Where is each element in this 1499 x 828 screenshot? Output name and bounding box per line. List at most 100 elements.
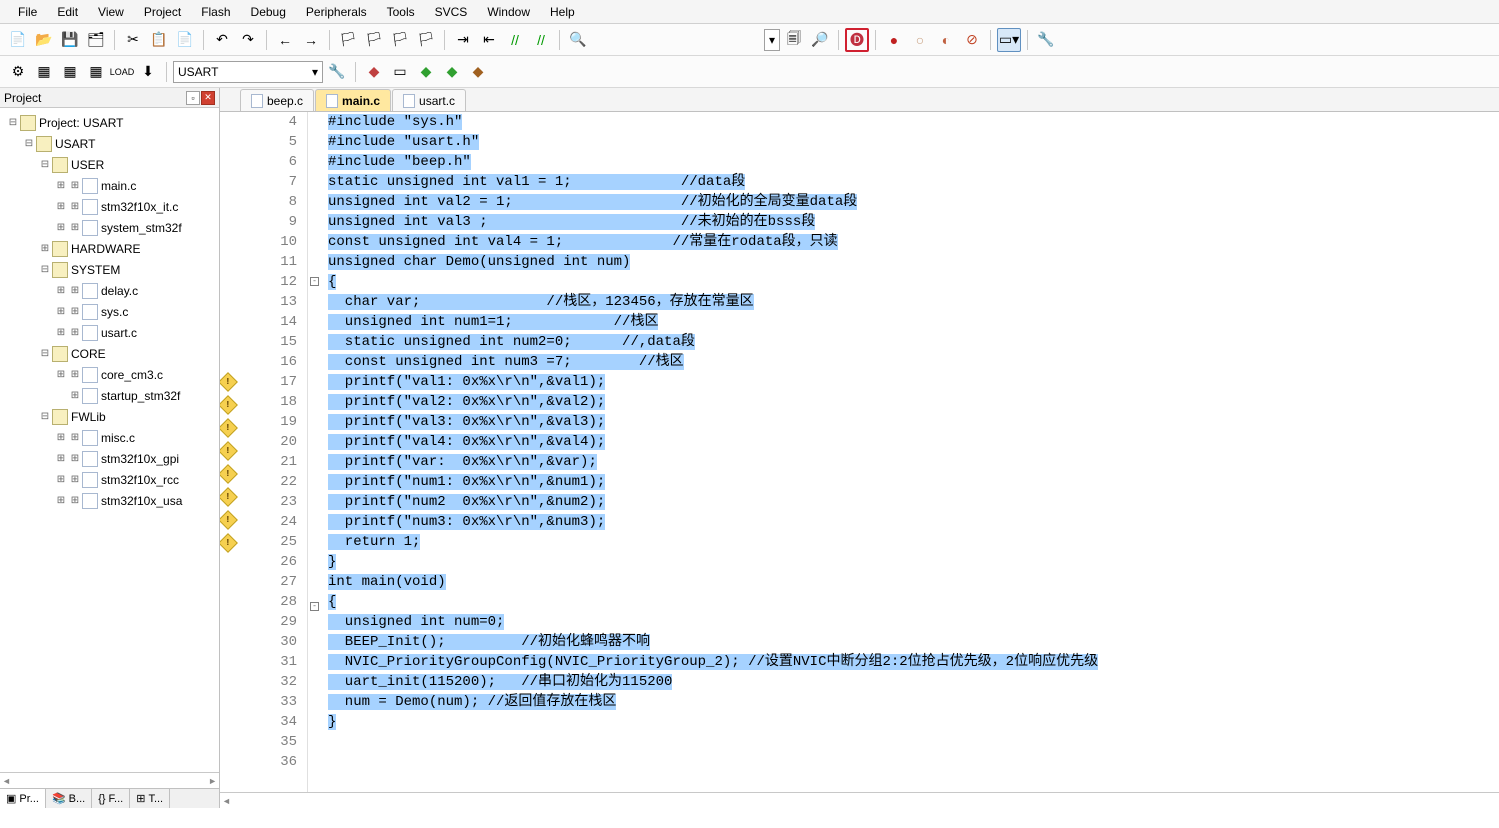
tree-item[interactable]: ⊞⊞stm32f10x_usa xyxy=(2,490,217,511)
warning-icon[interactable]: ! xyxy=(220,441,238,461)
file-tab[interactable]: main.c xyxy=(315,89,391,111)
menu-debug[interactable]: Debug xyxy=(241,2,296,22)
saveall-icon[interactable]: 🗂 xyxy=(84,28,108,52)
open-icon[interactable]: 📂 xyxy=(32,28,56,52)
code-line[interactable]: printf("val3: 0x%x\r\n",&val3); xyxy=(328,412,1499,432)
breakpoint-insert-icon[interactable]: ● xyxy=(882,28,906,52)
tree-item[interactable]: ⊞⊞system_stm32f xyxy=(2,217,217,238)
cut-icon[interactable]: ✂ xyxy=(121,28,145,52)
file-tab[interactable]: usart.c xyxy=(392,89,466,111)
proj-tab[interactable]: ▣Pr... xyxy=(0,789,46,808)
bookmark-prev-icon[interactable]: 🏳 xyxy=(362,28,386,52)
unindent-icon[interactable]: ⇤ xyxy=(477,28,501,52)
nav-back-icon[interactable]: ← xyxy=(273,28,297,52)
code-line[interactable]: int main(void) xyxy=(328,572,1499,592)
code-line[interactable]: const unsigned int val4 = 1; //常量在rodata… xyxy=(328,232,1499,252)
menu-help[interactable]: Help xyxy=(540,2,585,22)
tree-item[interactable]: ⊟CORE xyxy=(2,343,217,364)
tree-item[interactable]: ⊞⊞stm32f10x_it.c xyxy=(2,196,217,217)
code-line[interactable]: return 1; xyxy=(328,532,1499,552)
paste-icon[interactable]: 📄 xyxy=(173,28,197,52)
code-line[interactable]: printf("val4: 0x%x\r\n",&val4); xyxy=(328,432,1499,452)
tree-item[interactable]: ⊟Project: USART xyxy=(2,112,217,133)
uncomment-icon[interactable]: // xyxy=(529,28,553,52)
code-line[interactable]: printf("val1: 0x%x\r\n",&val1); xyxy=(328,372,1499,392)
incremental-find-icon[interactable]: 🔎 xyxy=(808,28,832,52)
code-line[interactable]: printf("val2: 0x%x\r\n",&val2); xyxy=(328,392,1499,412)
pack-icon[interactable]: ◆ xyxy=(440,60,464,84)
warning-icon[interactable]: ! xyxy=(220,418,238,438)
indent-icon[interactable]: ⇥ xyxy=(451,28,475,52)
menu-view[interactable]: View xyxy=(88,2,134,22)
translate-icon[interactable]: ⚙ xyxy=(6,60,30,84)
save-icon[interactable]: 💾 xyxy=(58,28,82,52)
code-line[interactable]: const unsigned int num3 =7; //栈区 xyxy=(328,352,1499,372)
warning-icon[interactable]: ! xyxy=(220,372,238,392)
warning-icon[interactable]: ! xyxy=(220,533,238,553)
code-line[interactable]: printf("num1: 0x%x\r\n",&num1); xyxy=(328,472,1499,492)
tree-item[interactable]: ⊞⊞delay.c xyxy=(2,280,217,301)
rebuild-icon[interactable]: ▦ xyxy=(58,60,82,84)
nav-fwd-icon[interactable]: → xyxy=(299,28,323,52)
code-line[interactable]: static unsigned int num2=0; //,data段 xyxy=(328,332,1499,352)
bookmark-clear-icon[interactable]: 🏳 xyxy=(414,28,438,52)
breakpoint-enable-icon[interactable]: ○ xyxy=(908,28,932,52)
code-line[interactable]: printf("num2 0x%x\r\n",&num2); xyxy=(328,492,1499,512)
new-icon[interactable]: 📄 xyxy=(6,28,30,52)
proj-tab[interactable]: {}F... xyxy=(92,789,130,808)
download-icon[interactable]: ⬇ xyxy=(136,60,160,84)
panel-close-icon[interactable]: ✕ xyxy=(201,91,215,105)
code-line[interactable]: } xyxy=(328,552,1499,572)
panel-pin-icon[interactable]: ▫ xyxy=(186,91,200,105)
project-hscroll[interactable]: ◄► xyxy=(0,772,219,788)
code-line[interactable]: NVIC_PriorityGroupConfig(NVIC_PriorityGr… xyxy=(328,652,1499,672)
proj-tab[interactable]: ⊞T... xyxy=(130,789,170,808)
fold-icon[interactable]: - xyxy=(310,602,319,611)
stop-build-icon[interactable]: LOAD xyxy=(110,60,134,84)
code-line[interactable]: static unsigned int val1 = 1; //data段 xyxy=(328,172,1499,192)
warning-icon[interactable]: ! xyxy=(220,395,238,415)
undo-icon[interactable]: ↶ xyxy=(210,28,234,52)
build-icon[interactable]: ▦ xyxy=(32,60,56,84)
file-tab[interactable]: beep.c xyxy=(240,89,314,111)
debug-icon[interactable]: 🅓 xyxy=(845,28,869,52)
tree-item[interactable]: ⊞HARDWARE xyxy=(2,238,217,259)
find-in-files-icon[interactable]: 🗐 xyxy=(782,28,806,52)
tree-item[interactable]: ⊞⊞main.c xyxy=(2,175,217,196)
target-combo[interactable]: USART▾ xyxy=(173,61,323,83)
redo-icon[interactable]: ↷ xyxy=(236,28,260,52)
breakpoint-disable-icon[interactable]: ◐ xyxy=(934,28,958,52)
menu-file[interactable]: File xyxy=(8,2,47,22)
find-combo[interactable]: ▾ xyxy=(764,29,780,51)
target-options-icon[interactable]: 🔧 xyxy=(325,60,349,84)
file-ext-icon[interactable]: ▭ xyxy=(388,60,412,84)
project-tree[interactable]: ⊟Project: USART⊟USART⊟USER⊞⊞main.c⊞⊞stm3… xyxy=(0,108,219,772)
code-line[interactable] xyxy=(328,732,1499,752)
code-line[interactable]: #include "sys.h" xyxy=(328,112,1499,132)
manage-rte-icon[interactable]: ◆ xyxy=(414,60,438,84)
code-line[interactable]: unsigned int num1=1; //栈区 xyxy=(328,312,1499,332)
tree-item[interactable]: ⊞⊞misc.c xyxy=(2,427,217,448)
build-batch-icon[interactable]: ▦ xyxy=(84,60,108,84)
warning-icon[interactable]: ! xyxy=(220,487,238,507)
tree-item[interactable]: ⊞⊞core_cm3.c xyxy=(2,364,217,385)
books-icon[interactable]: ◆ xyxy=(466,60,490,84)
menu-project[interactable]: Project xyxy=(134,2,191,22)
bookmark-icon[interactable]: 🏳 xyxy=(336,28,360,52)
menu-tools[interactable]: Tools xyxy=(377,2,425,22)
find-icon[interactable]: 🔍 xyxy=(566,28,590,52)
menu-edit[interactable]: Edit xyxy=(47,2,88,22)
tree-item[interactable]: ⊞⊞stm32f10x_gpi xyxy=(2,448,217,469)
warning-icon[interactable]: ! xyxy=(220,464,238,484)
tree-item[interactable]: ⊞⊞usart.c xyxy=(2,322,217,343)
code-editor[interactable]: !!!!!!!! 4567891011121314151617181920212… xyxy=(220,112,1499,792)
code-line[interactable]: num = Demo(num); //返回值存放在栈区 xyxy=(328,692,1499,712)
comment-icon[interactable]: // xyxy=(503,28,527,52)
code-line[interactable]: #include "beep.h" xyxy=(328,152,1499,172)
code-line[interactable]: BEEP_Init(); //初始化蜂鸣器不响 xyxy=(328,632,1499,652)
window-icon[interactable]: ▭▾ xyxy=(997,28,1021,52)
code-line[interactable]: char var; //栈区，123456，存放在常量区 xyxy=(328,292,1499,312)
code-line[interactable]: printf("var: 0x%x\r\n",&var); xyxy=(328,452,1499,472)
code-line[interactable]: { xyxy=(328,592,1499,612)
code-line[interactable] xyxy=(328,752,1499,772)
